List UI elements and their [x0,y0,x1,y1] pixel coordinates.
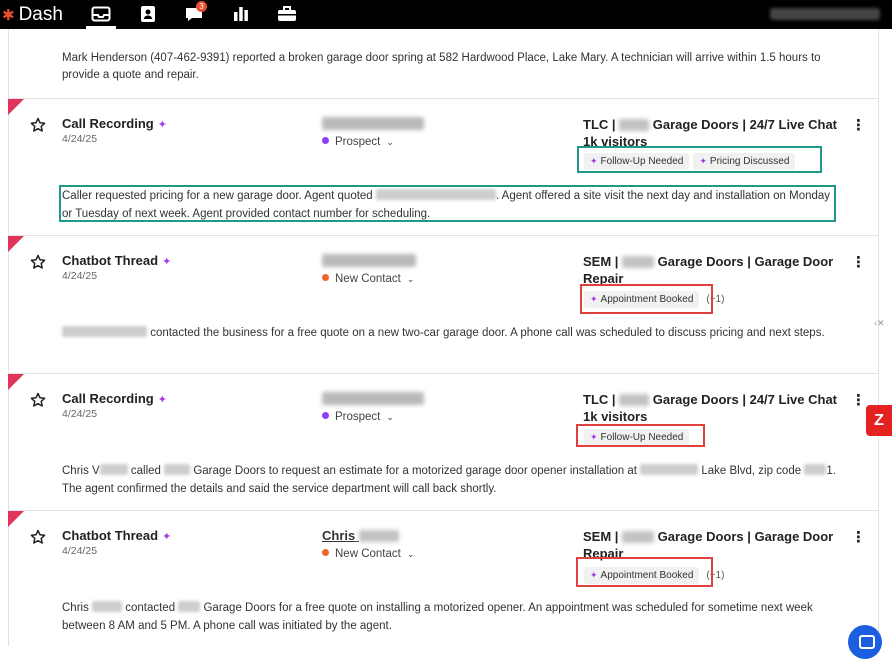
account-menu[interactable] [770,8,880,20]
status-dot [322,412,329,419]
briefcase-icon[interactable] [276,4,298,24]
item-summary: Chris V called Garage Doors to request a… [62,464,836,495]
item-summary: Chris contacted Garage Doors for a free … [62,601,813,632]
contact-status-dropdown[interactable]: New Contact ⌄ [322,548,414,560]
item-date: 4/24/25 [62,133,98,145]
highlight-box [577,146,822,173]
assistant-launcher-icon[interactable]: Z [866,405,892,436]
item-date: 4/24/25 [62,270,98,282]
unread-marker [8,99,24,115]
contact-name-link[interactable] [322,253,416,268]
redacted-name [322,117,424,130]
unread-marker [8,511,24,527]
highlight-box [576,424,705,447]
inbox-icon[interactable] [86,4,116,29]
star-icon[interactable] [30,529,46,545]
redacted-name [322,254,416,267]
unread-marker [8,236,24,252]
chat-launcher-icon[interactable] [848,625,882,659]
redacted-text [619,394,650,406]
highlight-box [59,185,836,222]
ai-sparkle-icon: ✦ [157,119,167,131]
collapse-panel-icon[interactable]: ‹✕ [874,318,892,336]
redacted-name [358,530,399,542]
scrollbar[interactable] [880,29,892,646]
app-logo[interactable]: ✱ Dash [2,4,63,26]
inbox-item[interactable]: Chatbot Thread ✦ 4/24/25 New Contact ⌄ SEM… [8,235,879,373]
contacts-icon[interactable] [137,4,159,24]
chevron-down-icon: ⌄ [386,137,394,147]
conversation-summary: Mark Henderson (407-462-9391) reported a… [62,52,821,81]
status-dot [322,137,329,144]
contact-status-dropdown[interactable]: New Contact ⌄ [322,273,414,285]
star-icon[interactable] [30,117,46,133]
redacted-text [622,256,655,268]
item-summary: contacted the business for a free quote … [62,325,842,343]
sms-count-badge: 3 [196,1,207,12]
redacted-text [619,119,650,131]
status-dot [322,274,329,281]
contact-name-link[interactable] [322,116,424,131]
item-type: Call Recording ✦ [62,116,167,131]
redacted-text [99,464,128,475]
more-options-icon[interactable]: ⋮ [851,528,866,546]
contact-status-dropdown[interactable]: Prospect ⌄ [322,411,394,423]
contact-status-dropdown[interactable]: Prospect ⌄ [322,136,394,148]
contact-name-link[interactable]: Chris [322,528,399,543]
redacted-text [164,464,191,475]
more-options-icon[interactable]: ⋮ [851,391,866,409]
ai-sparkle-icon: ✦ [162,256,172,268]
redacted-text [622,531,655,543]
logo-mark-icon: ✱ [2,7,15,24]
highlight-box [580,284,713,314]
source-label: TLC | Garage Doors | 24/7 Live Chat 1k v… [583,117,838,149]
item-type: Chatbot Thread ✦ [62,528,172,543]
ai-sparkle-icon: ✦ [157,394,167,406]
item-date: 4/24/25 [62,408,98,420]
star-icon[interactable] [30,254,46,270]
inbox-item[interactable]: Call Recording ✦ 4/24/25 Prospect ⌄ TLC | … [8,373,879,510]
reports-icon[interactable] [230,4,252,24]
item-type: Chatbot Thread ✦ [62,253,172,268]
highlight-box [576,557,713,587]
top-nav-bar: ✱ Dash 3 [0,0,892,29]
chevron-down-icon: ⌄ [406,274,415,284]
item-type: Call Recording ✦ [62,391,167,406]
source-label: TLC | Garage Doors | 24/7 Live Chat 1k v… [583,392,838,424]
unread-marker [8,374,24,390]
sms-icon[interactable]: 3 [183,1,207,24]
redacted-name [322,392,424,405]
ai-sparkle-icon: ✦ [162,531,172,543]
source-label: SEM | Garage Doors | Garage Door Repair [583,254,834,286]
contact-name-link[interactable] [322,391,424,406]
redacted-text [640,464,699,475]
more-options-icon[interactable]: ⋮ [851,253,866,271]
status-dot [322,549,329,556]
redacted-text [92,601,123,612]
chevron-down-icon: ⌄ [386,412,394,422]
inbox-item[interactable]: Chatbot Thread ✦ 4/24/25 Chris New Contac… [8,510,879,646]
chevron-down-icon: ⌄ [406,549,415,559]
more-options-icon[interactable]: ⋮ [851,116,866,134]
redacted-text [178,601,201,612]
redacted-text [62,326,147,337]
item-date: 4/24/25 [62,545,98,557]
star-icon[interactable] [30,392,46,408]
redacted-text [804,464,827,475]
